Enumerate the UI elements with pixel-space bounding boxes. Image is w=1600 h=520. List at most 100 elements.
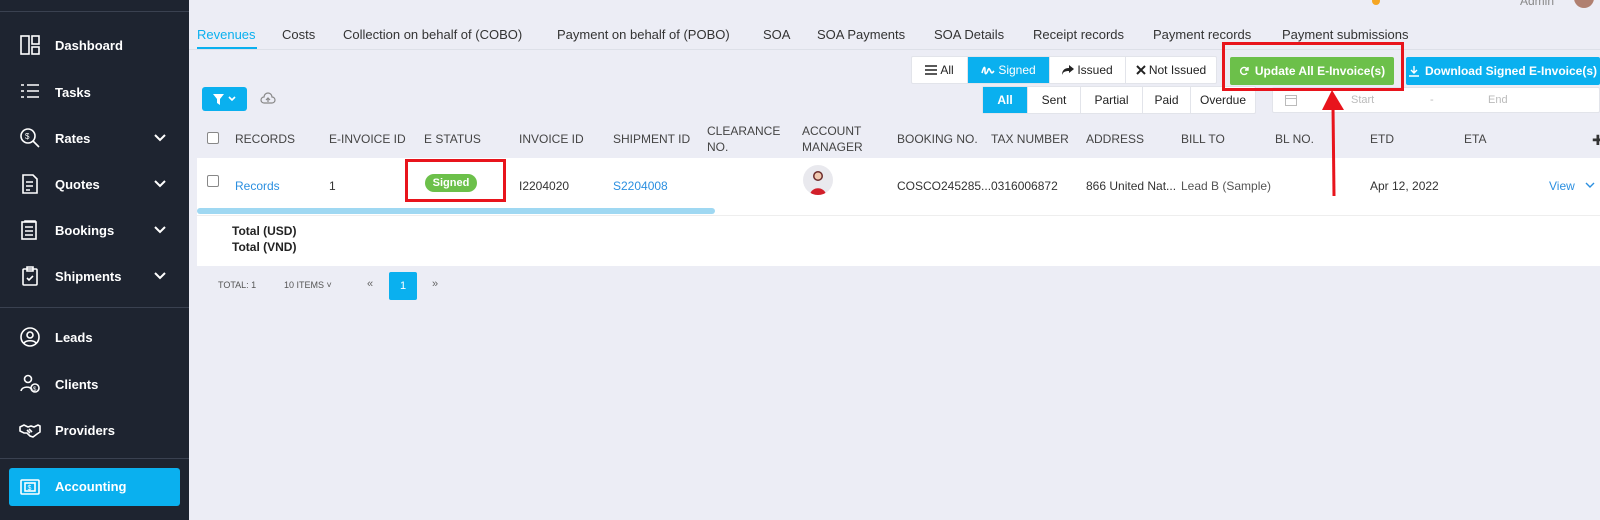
calendar-icon: [1285, 95, 1297, 106]
filter-issued-button[interactable]: Issued: [1050, 57, 1126, 83]
col-invoice-id[interactable]: INVOICE ID: [519, 131, 584, 147]
horizontal-scrollbar[interactable]: [197, 208, 715, 214]
view-link[interactable]: View: [1549, 179, 1575, 193]
tab-payment-submissions[interactable]: Payment submissions: [1282, 27, 1408, 42]
date-range-separator: -: [1430, 94, 1434, 106]
col-einvoice-id[interactable]: E-INVOICE ID: [329, 131, 406, 147]
col-clearance-no-line2: NO.: [707, 140, 729, 154]
tab-soa-payments[interactable]: SOA Payments: [817, 27, 905, 42]
download-signed-einvoices-label: Download Signed E-Invoice(s): [1424, 64, 1597, 78]
annotation-arrow: [1322, 90, 1344, 197]
tab-cobo[interactable]: Collection on behalf of (COBO): [343, 27, 522, 42]
col-clearance-no[interactable]: CLEARANCE NO.: [707, 123, 780, 155]
tab-pobo[interactable]: Payment on behalf of (POBO): [557, 27, 730, 42]
page-size-select[interactable]: 10 ITEMS ˅: [284, 280, 332, 290]
row-checkbox[interactable]: [207, 175, 219, 187]
user-name[interactable]: Admin: [1520, 0, 1554, 8]
filter-all-label: All: [940, 63, 954, 77]
clients-icon: $: [18, 372, 42, 396]
chevron-down-icon: [154, 134, 166, 142]
sidebar-item-label: Quotes: [55, 176, 100, 192]
sidebar-item-tasks[interactable]: Tasks: [0, 72, 189, 112]
etd-cell: Apr 12, 2022: [1370, 179, 1439, 193]
col-tax-number[interactable]: TAX NUMBER: [991, 131, 1069, 147]
col-account-manager[interactable]: ACCOUNT MANAGER: [802, 123, 863, 155]
sidebar-item-providers[interactable]: Providers: [0, 410, 189, 450]
filter-not-issued-button[interactable]: Not Issued: [1126, 57, 1216, 83]
annotation-box-update-button: [1222, 42, 1404, 91]
row-divider: [197, 215, 1600, 216]
tax-number-cell: 0316006872: [991, 179, 1058, 193]
avatar: [803, 165, 833, 195]
plus-icon[interactable]: ✚: [1592, 132, 1600, 149]
status-paid-button[interactable]: Paid: [1143, 87, 1191, 113]
total-vnd-label: Total (VND): [232, 240, 297, 254]
avatar[interactable]: [1574, 0, 1594, 8]
tab-costs[interactable]: Costs: [282, 27, 315, 42]
filter-issued-label: Issued: [1077, 63, 1113, 77]
dashboard-icon: [18, 33, 42, 57]
cloud-icon[interactable]: [260, 92, 276, 106]
col-etd[interactable]: ETD: [1370, 131, 1394, 147]
status-all-button[interactable]: All: [983, 87, 1028, 113]
select-all-checkbox[interactable]: [207, 132, 219, 144]
pagination-prev-button[interactable]: «: [367, 278, 373, 290]
tab-revenues[interactable]: Revenues: [197, 27, 256, 42]
sidebar-item-label: Rates: [55, 130, 91, 146]
pagination-page-button[interactable]: 1: [389, 272, 417, 300]
records-link[interactable]: Records: [235, 179, 280, 193]
sidebar-item-quotes[interactable]: Quotes: [0, 164, 189, 204]
col-booking-no[interactable]: BOOKING NO.: [897, 131, 978, 147]
sidebar: Dashboard Tasks $ Rates Quotes Bookings …: [0, 0, 189, 520]
shipments-icon: [18, 264, 42, 288]
sidebar-item-label: Providers: [55, 422, 115, 438]
filter-signed-label: Signed: [998, 63, 1036, 77]
chevron-down-icon[interactable]: [1585, 180, 1595, 190]
sidebar-item-dashboard[interactable]: Dashboard: [0, 25, 189, 65]
sidebar-item-rates[interactable]: $ Rates: [0, 118, 189, 158]
pagination-next-button[interactable]: »: [432, 278, 438, 290]
col-shipment-id[interactable]: SHIPMENT ID: [613, 131, 690, 147]
rates-icon: $: [18, 126, 42, 150]
date-start-input[interactable]: Start: [1351, 94, 1374, 106]
providers-icon: [18, 418, 42, 442]
svg-text:$: $: [28, 485, 32, 492]
tab-receipt-records[interactable]: Receipt records: [1033, 27, 1124, 42]
filter-dropdown-button[interactable]: [202, 87, 247, 111]
sidebar-item-leads[interactable]: Leads: [0, 317, 189, 357]
sidebar-item-label: Clients: [55, 376, 99, 392]
sidebar-item-clients[interactable]: $ Clients: [0, 364, 189, 404]
col-address[interactable]: ADDRESS: [1086, 131, 1144, 147]
tab-soa-details[interactable]: SOA Details: [934, 27, 1004, 42]
col-eta[interactable]: ETA: [1464, 131, 1486, 147]
signature-icon: [981, 66, 995, 75]
filter-all-button[interactable]: All: [912, 57, 968, 83]
tasks-icon: [18, 80, 42, 104]
sidebar-item-shipments[interactable]: Shipments: [0, 256, 189, 296]
tab-payment-records[interactable]: Payment records: [1153, 27, 1251, 42]
download-signed-einvoices-button[interactable]: Download Signed E-Invoice(s): [1406, 57, 1600, 85]
col-bl-no[interactable]: BL NO.: [1275, 131, 1314, 147]
date-end-input[interactable]: End: [1488, 94, 1508, 106]
accounting-icon: $: [20, 479, 40, 495]
status-sent-button[interactable]: Sent: [1028, 87, 1081, 113]
col-e-status[interactable]: E STATUS: [424, 131, 481, 147]
notification-dot: [1372, 0, 1380, 5]
sidebar-item-bookings[interactable]: Bookings: [0, 210, 189, 250]
col-records[interactable]: RECORDS: [235, 131, 295, 147]
filter-signed-button[interactable]: Signed: [968, 57, 1050, 83]
col-bill-to[interactable]: BILL TO: [1181, 131, 1225, 147]
chevron-down-icon: [154, 226, 166, 234]
booking-no-cell: COSCO245285...: [897, 179, 992, 193]
payment-status-filter: All Sent Partial Paid Overdue: [982, 86, 1256, 114]
sidebar-item-label: Tasks: [55, 84, 91, 100]
col-account-manager-line1: ACCOUNT: [802, 124, 862, 138]
sidebar-item-accounting[interactable]: $ Accounting: [9, 468, 180, 506]
shipment-id-link[interactable]: S2204008: [613, 179, 668, 193]
status-partial-button[interactable]: Partial: [1081, 87, 1143, 113]
sidebar-item-label: Dashboard: [55, 37, 123, 53]
sidebar-divider: [0, 307, 189, 308]
sidebar-item-label: Accounting: [55, 479, 127, 494]
sidebar-item-label: Leads: [55, 329, 93, 345]
tab-soa[interactable]: SOA: [763, 27, 790, 42]
